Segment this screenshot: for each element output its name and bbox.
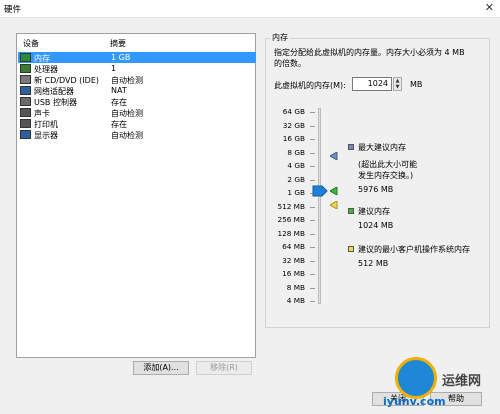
memory-tick-label: 64 GB bbox=[282, 107, 305, 116]
max-recommended-title: 最大建议内存 bbox=[358, 143, 406, 152]
device-summary: NAT bbox=[111, 86, 127, 95]
device-name: 显示器 bbox=[34, 131, 58, 140]
memory-group-title: 内存 bbox=[270, 32, 290, 43]
device-row[interactable]: 新 CD/DVD (IDE) 自动检测 bbox=[18, 74, 256, 85]
memory-tick-label: 16 GB bbox=[282, 134, 305, 143]
recommended-legend: 建议内存 1024 MB bbox=[358, 206, 393, 231]
max-recommended-note: 发生内存交换。) bbox=[358, 171, 414, 180]
cd-dvd-icon bbox=[20, 75, 31, 84]
memory-tick-mark bbox=[310, 301, 315, 302]
memory-tick-mark bbox=[310, 220, 315, 221]
memory-input[interactable]: 1024 bbox=[352, 77, 392, 91]
memory-tick-label: 32 MB bbox=[282, 255, 305, 265]
usb-icon bbox=[20, 97, 31, 106]
memory-tick-label: 4 MB bbox=[286, 296, 305, 305]
memory-tick-label: 4 GB bbox=[287, 161, 305, 170]
memory-tick-mark bbox=[310, 247, 315, 248]
recommended-title: 建议内存 bbox=[358, 207, 390, 216]
memory-description-line: 的倍数。 bbox=[274, 59, 306, 68]
max-recommended-note: (超出此大小可能 bbox=[358, 160, 418, 169]
memory-icon bbox=[20, 53, 31, 62]
title-bar: 硬件 ✕ bbox=[0, 0, 500, 18]
max-recommended-marker-icon bbox=[330, 152, 338, 160]
sound-card-icon bbox=[20, 108, 31, 117]
memory-description-line: 指定分配给此虚拟机的内存量。内存大小必须为 4 MB bbox=[274, 48, 465, 57]
add-button[interactable]: 添加(A)... bbox=[133, 361, 189, 375]
memory-tick-mark bbox=[310, 179, 315, 181]
memory-tick-label: 32 GB bbox=[282, 120, 305, 130]
device-row[interactable]: 处理器 1 bbox=[18, 63, 256, 74]
spin-down-icon[interactable]: ▼ bbox=[394, 84, 401, 90]
memory-tick-mark bbox=[310, 125, 315, 127]
minimum-title: 建议的最小客户机操作系统内存 bbox=[358, 245, 470, 254]
minimum-legend-icon bbox=[348, 246, 354, 252]
close-icon[interactable]: ✕ bbox=[485, 1, 494, 14]
memory-tick-label: 8 MB bbox=[286, 282, 305, 292]
device-row[interactable]: 网络适配器 NAT bbox=[18, 85, 256, 96]
memory-unit: MB bbox=[410, 80, 423, 89]
memory-slider-thumb[interactable] bbox=[312, 185, 328, 197]
display-icon bbox=[20, 130, 31, 139]
max-recommended-legend-icon bbox=[348, 144, 354, 150]
watermark-logo-icon bbox=[395, 357, 437, 399]
memory-slider-track[interactable] bbox=[318, 108, 321, 304]
memory-tick-mark bbox=[310, 233, 315, 235]
device-list[interactable]: 设备 摘要 内存 1 GB 处理器 1 新 CD/DVD (IDE) 自动检测 网络适配器 N… bbox=[16, 33, 256, 358]
memory-tick-mark bbox=[310, 260, 315, 262]
memory-tick-mark bbox=[310, 206, 315, 208]
printer-icon bbox=[20, 119, 31, 128]
memory-tick-mark bbox=[310, 274, 315, 275]
memory-tick-label: 1 GB bbox=[287, 188, 305, 197]
remove-button: 移除(R) bbox=[196, 361, 252, 375]
memory-tick-label: 512 MB bbox=[277, 201, 305, 211]
processor-icon bbox=[20, 64, 31, 73]
memory-tick-label: 16 MB bbox=[282, 269, 305, 278]
memory-tick-label: 256 MB bbox=[277, 215, 305, 224]
memory-label: 此虚拟机的内存(M): bbox=[274, 81, 346, 90]
device-summary: 1 bbox=[111, 64, 117, 73]
recommended-marker-icon bbox=[330, 187, 338, 195]
memory-tick-mark bbox=[310, 152, 315, 154]
device-list-header: 设备 摘要 bbox=[17, 36, 255, 50]
max-recommended-legend: 最大建议内存 (超出此大小可能 发生内存交换。) 5976 MB bbox=[358, 142, 417, 195]
memory-tick-label: 2 GB bbox=[287, 174, 305, 184]
recommended-legend-icon bbox=[348, 208, 354, 214]
device-row[interactable]: 内存 1 GB bbox=[18, 52, 256, 63]
device-summary: 1 GB bbox=[111, 53, 131, 62]
max-recommended-value: 5976 MB bbox=[358, 185, 394, 194]
watermark-text: 运维网 bbox=[442, 374, 482, 389]
memory-tick-label: 128 MB bbox=[277, 228, 305, 238]
device-summary: 自动检测 bbox=[111, 131, 143, 140]
memory-tick-mark bbox=[310, 287, 315, 289]
device-row[interactable]: 声卡 自动检测 bbox=[18, 107, 256, 118]
memory-tick-mark bbox=[310, 112, 315, 113]
memory-tick-mark bbox=[310, 139, 315, 140]
network-adapter-icon bbox=[20, 86, 31, 95]
memory-tick-label: 64 MB bbox=[282, 242, 305, 251]
column-header-device[interactable]: 设备 bbox=[23, 38, 39, 49]
memory-tick-mark bbox=[310, 166, 315, 167]
memory-description: 指定分配给此虚拟机的内存量。内存大小必须为 4 MB 的倍数。 bbox=[274, 47, 484, 69]
minimum-marker-icon bbox=[330, 201, 338, 209]
watermark-url: iyunv.com bbox=[383, 395, 446, 408]
minimum-value: 512 MB bbox=[358, 259, 389, 268]
device-row[interactable]: 打印机 存在 bbox=[18, 118, 256, 129]
device-row[interactable]: USB 控制器 存在 bbox=[18, 96, 256, 107]
window-title: 硬件 bbox=[4, 5, 22, 15]
memory-tick-label: 8 GB bbox=[287, 147, 305, 157]
memory-spinner[interactable]: ▲ ▼ bbox=[393, 77, 402, 91]
column-header-summary[interactable]: 摘要 bbox=[110, 38, 126, 49]
device-row[interactable]: 显示器 自动检测 bbox=[18, 129, 256, 140]
minimum-legend: 建议的最小客户机操作系统内存 512 MB bbox=[358, 244, 470, 269]
recommended-value: 1024 MB bbox=[358, 221, 394, 230]
